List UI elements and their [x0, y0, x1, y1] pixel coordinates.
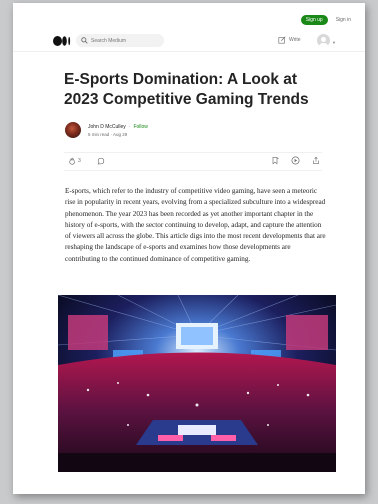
- clap-button[interactable]: 3: [68, 157, 81, 165]
- play-icon[interactable]: [291, 156, 300, 165]
- read-time: 5 min read: [88, 132, 110, 137]
- write-icon: [278, 36, 286, 44]
- comment-icon[interactable]: [97, 157, 105, 165]
- signin-link[interactable]: Sign in: [336, 17, 351, 23]
- top-nav: Write ▼: [13, 31, 365, 51]
- nav-divider: [13, 51, 365, 52]
- signup-button[interactable]: Sign up: [300, 15, 328, 25]
- article-page: Sign up Sign in Write ▼ E-Sports Dominat…: [13, 3, 365, 494]
- article-title: E-Sports Domination: A Look at 2023 Comp…: [64, 71, 309, 108]
- medium-logo-icon[interactable]: [53, 36, 71, 46]
- auth-bar: Sign up Sign in: [300, 15, 351, 25]
- bookmark-icon[interactable]: [271, 156, 279, 165]
- share-icon[interactable]: [312, 156, 320, 165]
- article-meta: 5 min read · Aug 29: [88, 132, 127, 137]
- author-avatar[interactable]: [65, 122, 81, 138]
- write-label: Write: [289, 37, 301, 43]
- avatar-icon[interactable]: [317, 34, 330, 47]
- search-input[interactable]: [91, 37, 157, 44]
- search-box[interactable]: [76, 34, 164, 47]
- clap-icon: [69, 157, 75, 165]
- meta-separator: ·: [110, 132, 113, 137]
- chevron-down-icon[interactable]: ▼: [332, 40, 336, 45]
- article-body: E-sports, which refer to the industry of…: [65, 187, 326, 263]
- hero-image: [58, 295, 336, 472]
- actions-divider-top: [64, 152, 322, 153]
- write-button[interactable]: Write: [278, 36, 301, 44]
- publish-date: Aug 29: [113, 132, 128, 137]
- follow-link[interactable]: Follow: [133, 124, 147, 130]
- search-icon: [81, 37, 88, 44]
- author-separator: ·: [128, 124, 131, 130]
- actions-divider-bottom: [64, 170, 322, 171]
- action-icons-right: [271, 156, 320, 165]
- author-name[interactable]: John D McCulley: [88, 124, 126, 130]
- author-line: John D McCulley · Follow: [88, 124, 148, 130]
- clap-count: 3: [78, 158, 81, 164]
